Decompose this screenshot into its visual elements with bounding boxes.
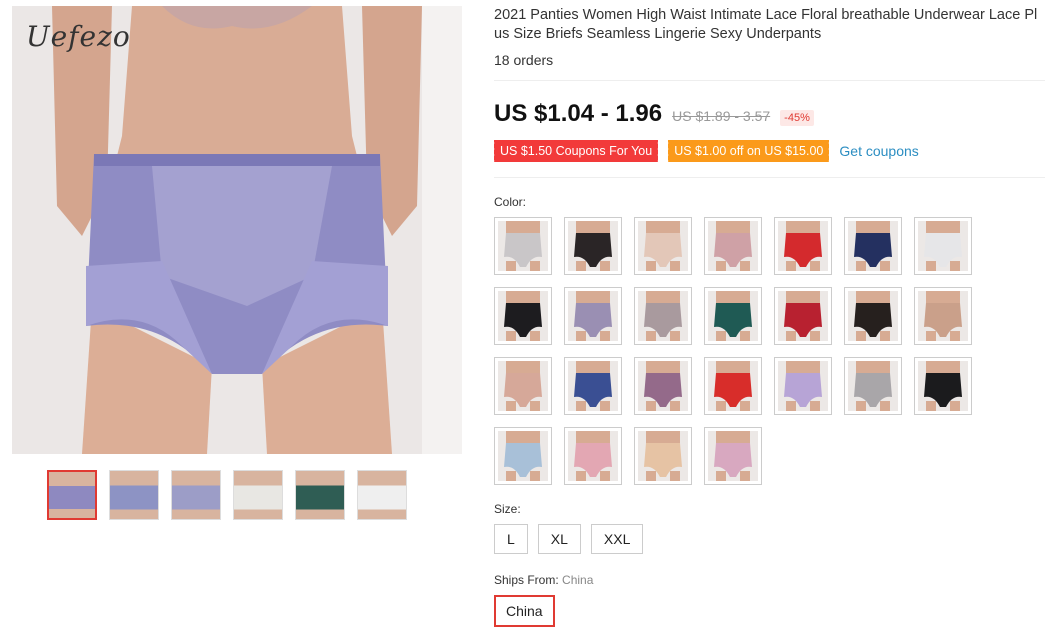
color-swatch-14[interactable] bbox=[914, 287, 972, 345]
color-swatch-5[interactable] bbox=[774, 217, 832, 275]
get-coupons-link[interactable]: Get coupons bbox=[839, 143, 918, 159]
color-swatch-image bbox=[708, 221, 758, 271]
color-swatch-image bbox=[778, 291, 828, 341]
color-swatch-image bbox=[778, 221, 828, 271]
color-swatch-image bbox=[848, 291, 898, 341]
color-swatch-24[interactable] bbox=[634, 427, 692, 485]
color-swatch-3[interactable] bbox=[634, 217, 692, 275]
product-photo-illustration bbox=[12, 6, 462, 454]
color-swatch-20[interactable] bbox=[844, 357, 902, 415]
size-label: Size: bbox=[494, 502, 521, 516]
color-swatch-7[interactable] bbox=[914, 217, 972, 275]
color-swatch-6[interactable] bbox=[844, 217, 902, 275]
thumbnail-2[interactable] bbox=[109, 470, 159, 520]
color-swatch-image bbox=[568, 361, 618, 411]
color-swatch-image bbox=[568, 431, 618, 481]
color-swatch-25[interactable] bbox=[704, 427, 762, 485]
ships-from-value: China bbox=[562, 573, 594, 587]
color-swatch-image bbox=[848, 361, 898, 411]
ships-from-text: Ships From: bbox=[494, 573, 559, 587]
color-swatch-15[interactable] bbox=[494, 357, 552, 415]
thumbnail-4[interactable] bbox=[233, 470, 283, 520]
color-swatch-11[interactable] bbox=[704, 287, 762, 345]
size-option-l[interactable]: L bbox=[494, 524, 528, 554]
color-swatch-image bbox=[918, 221, 968, 271]
discount-badge: -45% bbox=[780, 110, 814, 126]
color-swatch-image bbox=[708, 361, 758, 411]
thumbnail-3-image bbox=[172, 471, 220, 519]
color-swatch-8[interactable] bbox=[494, 287, 552, 345]
color-swatch-17[interactable] bbox=[634, 357, 692, 415]
color-swatch-4[interactable] bbox=[704, 217, 762, 275]
price-row: US $1.04 - 1.96 US $1.89 - 3.57 -45% bbox=[494, 100, 814, 128]
thumbnail-5[interactable] bbox=[295, 470, 345, 520]
coupon-row: US $1.50 Coupons For You US $1.00 off on… bbox=[491, 140, 919, 162]
size-option-xl[interactable]: XL bbox=[537, 524, 581, 554]
thumbnail-3[interactable] bbox=[171, 470, 221, 520]
brand-watermark: Uefezo bbox=[26, 20, 131, 53]
product-main-image[interactable]: Uefezo bbox=[12, 6, 462, 454]
color-swatch-1[interactable] bbox=[494, 217, 552, 275]
size-option-xxl[interactable]: XXL bbox=[590, 524, 644, 554]
thumbnail-strip bbox=[47, 470, 407, 520]
color-swatch-9[interactable] bbox=[564, 287, 622, 345]
color-swatch-image bbox=[498, 431, 548, 481]
color-swatch-image bbox=[708, 291, 758, 341]
divider bbox=[494, 80, 1045, 81]
color-swatch-image bbox=[778, 361, 828, 411]
color-swatch-image bbox=[638, 221, 688, 271]
thumbnail-1-image bbox=[49, 472, 95, 518]
color-swatch-image bbox=[918, 291, 968, 341]
thumbnail-5-image bbox=[296, 471, 344, 519]
order-count: 18 orders bbox=[494, 52, 554, 68]
color-swatch-image bbox=[568, 221, 618, 271]
coupon-badge-2[interactable]: US $1.00 off on US $15.00 bbox=[666, 140, 830, 162]
color-swatch-image bbox=[848, 221, 898, 271]
color-swatch-13[interactable] bbox=[844, 287, 902, 345]
thumbnail-4-image bbox=[234, 471, 282, 519]
color-swatch-21[interactable] bbox=[914, 357, 972, 415]
color-swatch-18[interactable] bbox=[704, 357, 762, 415]
current-price: US $1.04 - 1.96 bbox=[494, 100, 663, 127]
ships-from-option-china[interactable]: China bbox=[494, 595, 555, 627]
color-swatch-image bbox=[638, 431, 688, 481]
color-swatch-12[interactable] bbox=[774, 287, 832, 345]
color-swatch-image bbox=[918, 361, 968, 411]
thumbnail-6-image bbox=[358, 471, 406, 519]
ships-from-label: Ships From: China bbox=[494, 573, 593, 587]
color-swatch-image bbox=[638, 291, 688, 341]
product-title: 2021 Panties Women High Waist Intimate L… bbox=[494, 7, 1038, 42]
original-price: US $1.89 - 3.57 bbox=[672, 108, 771, 124]
color-swatch-image bbox=[498, 291, 548, 341]
size-options: L XL XXL bbox=[494, 524, 644, 554]
thumbnail-6[interactable] bbox=[357, 470, 407, 520]
color-swatch-19[interactable] bbox=[774, 357, 832, 415]
color-swatch-image bbox=[568, 291, 618, 341]
divider bbox=[494, 177, 1045, 178]
thumbnail-1[interactable] bbox=[47, 470, 97, 520]
color-swatch-image bbox=[498, 361, 548, 411]
color-swatch-22[interactable] bbox=[494, 427, 552, 485]
color-label: Color: bbox=[494, 195, 527, 209]
color-swatch-16[interactable] bbox=[564, 357, 622, 415]
color-swatch-2[interactable] bbox=[564, 217, 622, 275]
thumbnail-2-image bbox=[110, 471, 158, 519]
color-swatch-grid bbox=[494, 217, 994, 485]
coupon-badge-1[interactable]: US $1.50 Coupons For You bbox=[491, 140, 659, 162]
color-swatch-23[interactable] bbox=[564, 427, 622, 485]
color-swatch-image bbox=[498, 221, 548, 271]
color-swatch-image bbox=[638, 361, 688, 411]
color-swatch-10[interactable] bbox=[634, 287, 692, 345]
color-swatch-image bbox=[708, 431, 758, 481]
